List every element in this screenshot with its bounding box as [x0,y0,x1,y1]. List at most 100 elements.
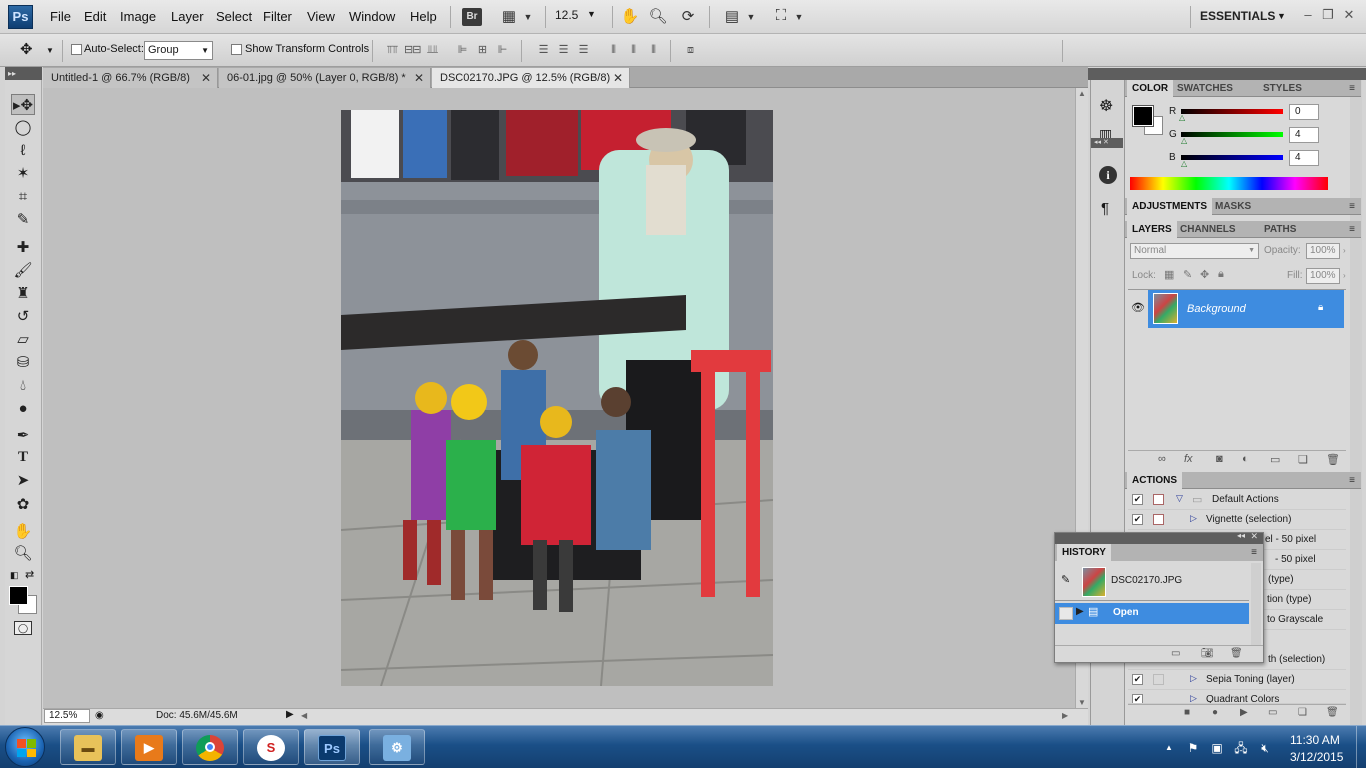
action-row[interactable]: ✔ ▷ Vignette (selection) [1128,510,1346,530]
opacity-field[interactable]: 100% [1306,243,1340,259]
menu-window[interactable]: Window [349,9,395,24]
stop-icon[interactable]: ■ [1184,707,1190,718]
checkmark-icon[interactable]: ✔ [1132,494,1143,505]
color-fg-swatch[interactable] [1132,105,1154,127]
dialog-toggle-icon[interactable] [1153,674,1164,685]
dialog-toggle-icon[interactable] [1153,514,1164,525]
volume-muted-icon[interactable]: 🔇︎ [1258,741,1272,755]
tab-paths[interactable]: PATHS [1259,221,1301,238]
brush-tool-icon[interactable]: 🖌︎ [11,260,35,281]
show-hidden-icons[interactable]: ▲ [1162,741,1176,755]
chevron-right-icon[interactable]: › [1343,243,1355,259]
link-layers-icon[interactable]: ∞ [1158,453,1166,465]
document-image[interactable] [341,110,773,686]
panel-menu-icon[interactable]: ≡ [1349,80,1355,97]
clock-date[interactable]: 3/12/2015 [1290,750,1343,764]
align-right-icon[interactable]: ⊩ [494,42,510,58]
expand-arrow-icon[interactable]: ▷ [1190,673,1197,684]
close-icon[interactable]: ✕ [1341,8,1357,24]
fill-field[interactable]: 100% [1306,268,1340,284]
blue-slider-handle[interactable]: △ [1181,159,1187,168]
scroll-right-icon[interactable]: ▶ [1062,711,1068,720]
close-icon[interactable]: ✕ [414,68,424,88]
eraser-icon[interactable]: ▱ [11,329,35,350]
quick-mask-icon[interactable]: ◯ [14,621,32,635]
move-tool-preset-icon[interactable]: ✥ [20,40,33,58]
navigator-icon[interactable]: ☸ [1099,96,1113,116]
play-icon[interactable]: ▶ [1240,707,1248,718]
action-row[interactable]: ✔ ▷ Quadrant Colors [1128,690,1346,704]
lock-image-icon[interactable]: ✎ [1183,268,1192,281]
action-center-icon[interactable]: ⚑ [1186,741,1200,755]
marquee-tool-icon[interactable]: ◯ [11,117,35,138]
show-transform-controls-checkbox[interactable] [231,44,242,55]
hand-tool-icon[interactable]: ✋ [11,521,35,542]
chevron-down-icon[interactable]: ▼ [522,7,534,27]
pen-tool-icon[interactable]: ✒ [11,425,35,446]
tab-styles[interactable]: STYLES [1258,80,1307,97]
type-tool-icon[interactable]: T [11,447,35,468]
crop-tool-icon[interactable]: ⌗ [11,186,35,207]
color-spectrum-bar[interactable] [1130,177,1328,190]
green-slider-handle[interactable]: △ [1181,136,1187,145]
menu-help[interactable]: Help [410,9,437,24]
new-action-icon[interactable]: ❏ [1298,707,1307,718]
screen-mode-icon[interactable]: ⛶ [770,7,792,27]
snapshot-label[interactable]: DSC02170.JPG [1111,575,1182,586]
tab-layers[interactable]: LAYERS [1127,221,1177,238]
minimize-icon[interactable]: – [1300,8,1316,24]
new-snapshot-icon[interactable]: 📷︎ [1201,648,1214,659]
auto-align-layers-icon[interactable]: ⧈ [682,42,698,58]
dialog-toggle-icon[interactable] [1153,494,1164,505]
auto-select-target-select[interactable]: Group ▼ [144,41,213,60]
menu-edit[interactable]: Edit [84,9,106,24]
expand-arrow-icon[interactable]: ▷ [1190,513,1197,524]
clone-stamp-icon[interactable]: ♜ [11,283,35,304]
shape-tool-icon[interactable]: ✿ [11,494,35,515]
foreground-color-swatch[interactable] [9,586,28,605]
history-panel[interactable]: ◂◂ ✕ HISTORY ≡ ✎ DSC02170.JPG ▶ ▤ Open ▭ … [1054,531,1264,663]
lock-position-icon[interactable]: ✥ [1200,268,1209,281]
chevron-down-icon[interactable]: ▼ [1277,11,1286,21]
magic-wand-icon[interactable]: ✶ [11,163,35,184]
menu-filter[interactable]: Filter [263,9,292,24]
close-icon[interactable]: ✕ [201,68,211,88]
taskbar-photoshop[interactable]: Ps [304,729,360,765]
eyedropper-icon[interactable]: ✎ [11,209,35,230]
adjustment-layer-icon[interactable]: ◐ [1242,453,1249,465]
close-icon[interactable]: ✕ [613,68,623,88]
expand-arrow-icon[interactable]: ▽ [1176,493,1183,504]
tab-untitled-1[interactable]: Untitled-1 @ 66.7% (RGB/8) ✕ [43,68,218,88]
trash-icon[interactable]: 🗑︎ [1326,707,1339,718]
taskbar-chrome[interactable] [182,729,238,765]
align-horizontal-center-icon[interactable]: ⊞ [474,42,490,58]
restore-icon[interactable]: ❐ [1320,8,1336,24]
tab-masks[interactable]: MASKS [1210,198,1256,215]
add-mask-icon[interactable]: ◙ [1216,453,1223,465]
new-set-icon[interactable]: ▭ [1268,707,1277,718]
chevron-down-icon[interactable]: ▼ [793,7,805,27]
action-set-row[interactable]: ✔ ▽ ▭ Default Actions [1128,490,1346,510]
lock-transparent-icon[interactable]: ▦ [1164,268,1174,281]
info-icon[interactable]: i [1099,166,1117,184]
lasso-tool-icon[interactable]: ℓ [11,140,35,161]
snapshot-thumbnail[interactable] [1082,567,1106,597]
history-brush-source-icon[interactable]: ✎ [1061,573,1070,586]
chevron-right-icon[interactable]: › [1343,268,1355,284]
tab-adjustments[interactable]: ADJUSTMENTS [1127,198,1213,215]
healing-brush-icon[interactable]: ✚ [11,237,35,258]
green-value-field[interactable]: 4 [1289,127,1319,143]
zoom-level-select[interactable]: 12.5 ▼ [555,8,603,26]
green-slider[interactable] [1181,132,1283,137]
paint-bucket-icon[interactable]: ⛁ [11,352,35,373]
align-left-icon[interactable]: ⊫ [454,42,470,58]
panel-menu-icon[interactable]: ≡ [1251,544,1257,561]
devices-icon[interactable]: ▣ [1210,741,1224,755]
show-desktop-button[interactable] [1356,726,1366,768]
swap-colors-icon[interactable]: ⇄ [25,568,34,581]
trash-icon[interactable]: 🗑︎ [1230,648,1243,659]
panel-menu-icon[interactable]: ≡ [1349,198,1355,215]
tab-channels[interactable]: CHANNELS [1175,221,1241,238]
workspace-switcher[interactable]: ESSENTIALS [1200,9,1275,23]
tab-swatches[interactable]: SWATCHES [1172,80,1238,97]
